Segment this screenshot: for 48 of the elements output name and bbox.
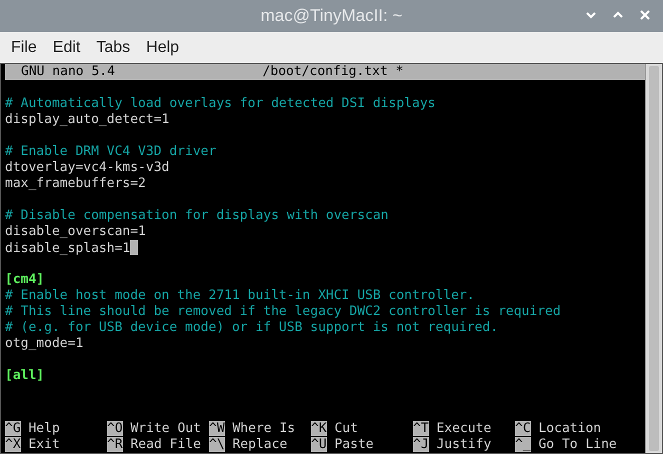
menu-item[interactable]: Tabs: [88, 38, 138, 56]
shortcut-label: Justify: [436, 437, 492, 452]
section-header: [cm4]: [5, 272, 44, 287]
config-line: disable_splash=1: [5, 241, 130, 256]
menu-item[interactable]: Help: [138, 38, 188, 56]
shortcut-label: Exit: [28, 437, 60, 452]
shortcut-label: Location: [538, 421, 602, 436]
shortcut-label: Paste: [334, 437, 374, 452]
shortcut-key: ^O: [107, 421, 123, 436]
shortcut-key: ^\: [209, 437, 225, 452]
shortcut-label: Cut: [334, 421, 358, 436]
menu-item[interactable]: Edit: [44, 38, 88, 56]
shortcut-key: ^R: [107, 437, 123, 452]
minimize-icon[interactable]: [585, 9, 597, 21]
config-line: display_auto_detect=1: [5, 112, 170, 127]
comment-line: # Enable host mode on the 2711 built-in XHCI USB controller.: [5, 288, 475, 303]
close-icon[interactable]: [639, 9, 651, 21]
shortcut-key: ^G: [5, 421, 21, 436]
shortcut-key: ^T: [413, 421, 429, 436]
comment-line: # Automatically load overlays for detected DSI displays: [5, 96, 436, 111]
comment-line: # (e.g. for USB device mode) or if USB support is not required.: [5, 320, 498, 335]
menu-item[interactable]: File: [3, 38, 45, 56]
shortcut-key: ^C: [515, 421, 531, 436]
window-title: mac@TinyMacII: ~: [260, 6, 402, 26]
shortcut-label: Go To Line: [538, 437, 617, 452]
config-line: disable_overscan=1: [5, 224, 146, 239]
config-line: dtoverlay=vc4-kms-v3d: [5, 160, 170, 175]
editor-version: GNU nano 5.4: [21, 64, 116, 80]
config-line: otg_mode=1: [5, 336, 84, 351]
file-name: /boot/config.txt *: [262, 64, 404, 80]
shortcut-key: ^U: [311, 437, 327, 452]
shortcut-key: ^J: [413, 437, 429, 452]
comment-line: # Disable compensation for displays with overscan: [5, 208, 389, 223]
scrollbar[interactable]: [645, 64, 662, 453]
shortcut-key: ^X: [5, 437, 21, 452]
config-line: max_framebuffers=2: [5, 176, 146, 191]
shortcut-label: Read File: [130, 437, 201, 452]
shortcut-key: ^_: [515, 437, 531, 452]
comment-line: # Enable DRM VC4 V3D driver: [5, 144, 216, 159]
shortcut-label: Execute: [436, 421, 492, 436]
shortcut-label: Help: [28, 421, 60, 436]
shortcut-label: Replace: [232, 437, 288, 452]
comment-line: # This line should be removed if the legacy DWC2 controller is required: [5, 304, 561, 319]
shortcut-label: Where Is: [232, 421, 296, 436]
shortcut-label: Write Out: [130, 421, 201, 436]
shortcut-key: ^W: [209, 421, 225, 436]
section-header: [all]: [5, 368, 44, 383]
shortcut-key: ^K: [311, 421, 327, 436]
